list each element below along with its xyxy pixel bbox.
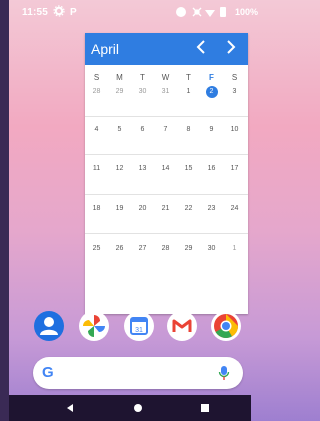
calendar-day[interactable]: 6 xyxy=(131,126,154,133)
calendar-header: April xyxy=(85,33,248,65)
mic-icon[interactable] xyxy=(218,365,230,381)
dnd-icon xyxy=(176,7,186,17)
calendar-day[interactable]: 28 xyxy=(85,88,108,95)
back-icon[interactable] xyxy=(65,403,75,413)
calendar-day[interactable]: 11 xyxy=(85,165,108,172)
gmail-app-icon[interactable] xyxy=(167,311,197,341)
pinwheel-icon xyxy=(83,315,105,337)
calendar-app-icon[interactable]: 31 xyxy=(124,311,154,341)
calendar-day[interactable]: 12 xyxy=(108,165,131,172)
calendar-day[interactable]: 4 xyxy=(85,126,108,133)
calendar-month-title: April xyxy=(91,41,120,57)
google-logo: G xyxy=(42,364,54,381)
calendar-day[interactable]: 21 xyxy=(154,205,177,212)
home-icon[interactable] xyxy=(134,404,142,412)
previous-month-button[interactable] xyxy=(191,36,211,60)
calendar-day[interactable]: 30 xyxy=(200,245,223,252)
calendar-day[interactable]: 28 xyxy=(154,245,177,252)
recents-icon[interactable] xyxy=(201,404,209,412)
weekday-header: S xyxy=(93,73,100,82)
calendar-day[interactable]: 22 xyxy=(177,205,200,212)
calendar-day[interactable]: 8 xyxy=(177,126,200,133)
navigation-bar xyxy=(9,395,251,421)
calendar-icon-day: 31 xyxy=(135,327,143,334)
calendar-day[interactable]: 27 xyxy=(131,245,154,252)
status-icons xyxy=(176,7,226,17)
data-saver-icon xyxy=(192,7,202,17)
calendar-day[interactable]: 31 xyxy=(154,88,177,95)
calendar-day[interactable]: 26 xyxy=(108,245,131,252)
week-divider xyxy=(85,154,248,155)
weekday-header: F xyxy=(209,73,214,82)
calendar-day[interactable]: 3 xyxy=(223,88,246,95)
settings-notification-icon xyxy=(53,5,65,17)
week-divider xyxy=(85,116,248,117)
calendar-day-today[interactable]: 2 xyxy=(200,88,223,95)
weekday-header: S xyxy=(231,73,238,82)
calendar-day[interactable]: 14 xyxy=(154,165,177,172)
calendar-day[interactable]: 16 xyxy=(200,165,223,172)
calendar-day[interactable]: 10 xyxy=(223,126,246,133)
calendar-day[interactable]: 24 xyxy=(223,205,246,212)
status-bar: 11:55 P 100% xyxy=(9,0,258,26)
calendar-day[interactable]: 15 xyxy=(177,165,200,172)
week-divider xyxy=(85,233,248,234)
weekday-header: W xyxy=(161,73,170,82)
calendar-day[interactable]: 29 xyxy=(177,245,200,252)
calendar-day[interactable]: 19 xyxy=(108,205,131,212)
parking-notification-icon: P xyxy=(70,7,77,18)
calendar-day[interactable]: 1 xyxy=(223,245,246,252)
battery-icon xyxy=(220,7,226,17)
calendar-day[interactable]: 30 xyxy=(131,88,154,95)
calendar-day[interactable]: 29 xyxy=(108,88,131,95)
week-divider xyxy=(85,194,248,195)
calendar-day[interactable]: 18 xyxy=(85,205,108,212)
chrome-app-icon[interactable] xyxy=(211,311,241,341)
calendar-day[interactable]: 9 xyxy=(200,126,223,133)
calendar-day[interactable]: 1 xyxy=(177,88,200,95)
gmail-icon xyxy=(172,319,192,332)
left-edge xyxy=(0,0,9,421)
calendar-widget[interactable]: April S M T W T F S 28 29 30 31 1 2 3 4 5 6 7 8 9 10 11 12 13 14… xyxy=(85,33,248,314)
calendar-day[interactable]: 17 xyxy=(223,165,246,172)
calendar-day[interactable]: 13 xyxy=(131,165,154,172)
photos-app-icon[interactable] xyxy=(79,311,109,341)
google-search-bar[interactable]: G xyxy=(33,357,243,389)
chevron-left-icon xyxy=(196,40,205,54)
calendar-day[interactable]: 20 xyxy=(131,205,154,212)
weekday-header: M xyxy=(116,73,123,82)
next-month-button[interactable] xyxy=(221,36,241,60)
battery-percent: 100% xyxy=(235,7,259,17)
chrome-icon xyxy=(214,314,238,339)
calendar-icon: 31 xyxy=(130,317,148,335)
status-time: 11:55 xyxy=(22,7,49,18)
weekday-header: T xyxy=(186,73,191,82)
chevron-right-icon xyxy=(227,40,236,54)
wifi-icon xyxy=(205,10,215,17)
calendar-day[interactable]: 5 xyxy=(108,126,131,133)
calendar-day[interactable]: 7 xyxy=(154,126,177,133)
calendar-day[interactable]: 25 xyxy=(85,245,108,252)
person-icon xyxy=(40,317,58,335)
weekday-header: T xyxy=(140,73,145,82)
calendar-day[interactable]: 23 xyxy=(200,205,223,212)
contacts-app-icon[interactable] xyxy=(34,311,64,341)
